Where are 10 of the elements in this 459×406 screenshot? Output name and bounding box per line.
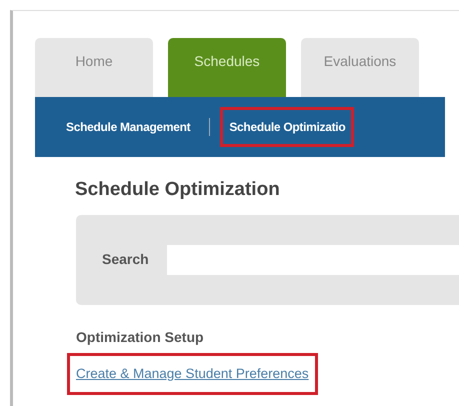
nav-tab[interactable]: Home — [35, 38, 153, 97]
preferences-link[interactable]: Create & Manage Student Preferences — [68, 354, 317, 394]
sub-nav-link[interactable]: Schedule Optimizatio — [220, 107, 354, 147]
search-field[interactable] — [167, 244, 459, 274]
search-label: Search — [102, 250, 150, 269]
section-heading: Optimization Setup — [76, 328, 205, 347]
page-title: Schedule Optimization — [75, 178, 281, 202]
sub-nav-link[interactable]: Schedule Management — [57, 107, 200, 147]
nav-tab[interactable]: Evaluations — [301, 38, 419, 97]
nav-tab[interactable]: Schedules — [168, 38, 286, 97]
